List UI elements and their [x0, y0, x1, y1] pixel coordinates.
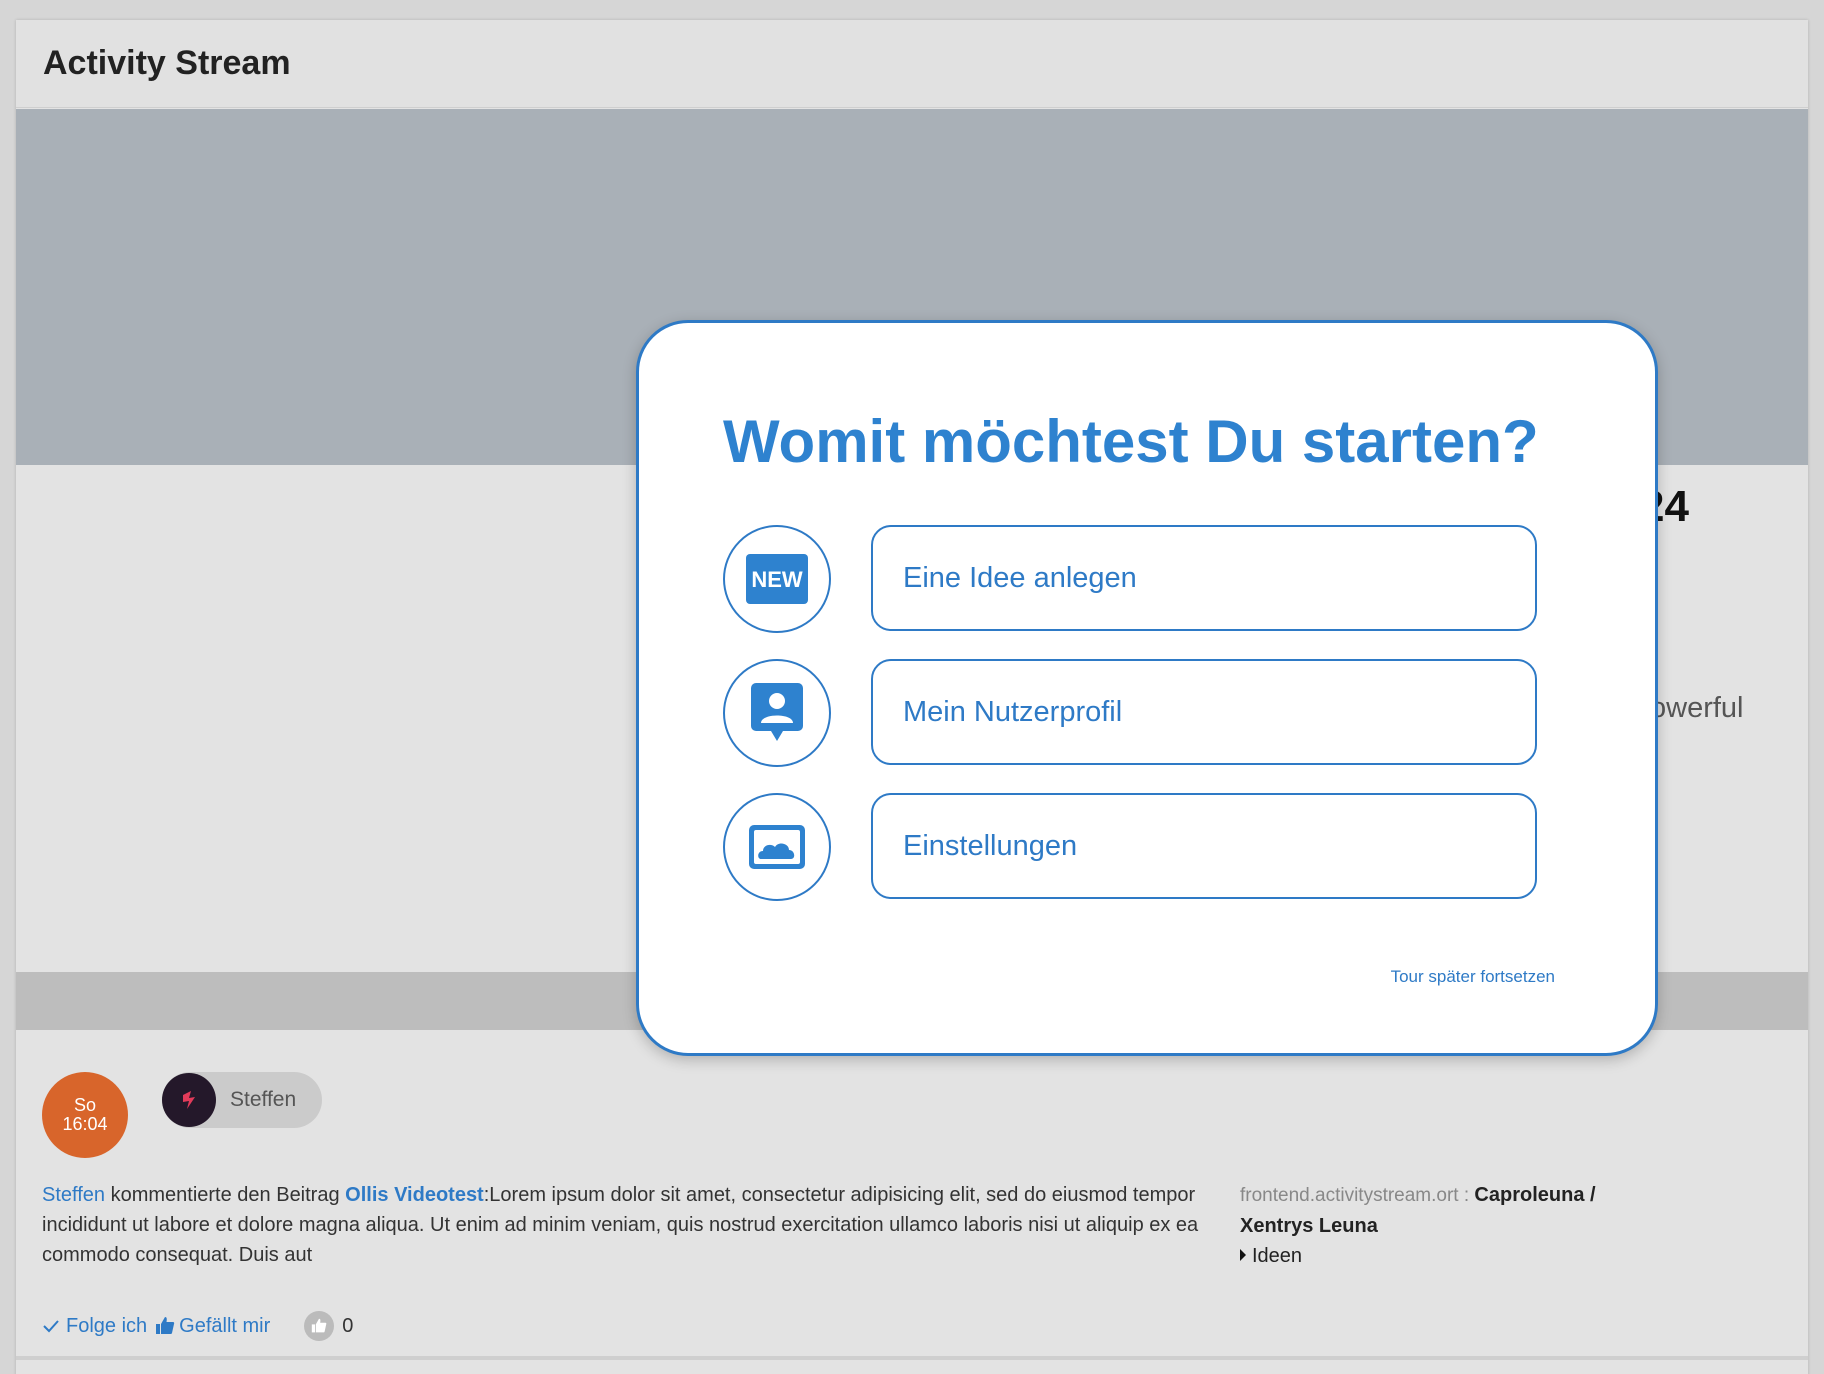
new-badge-icon[interactable]: NEW [723, 525, 831, 633]
tour-overlay: Womit möchtest Du starten? NEW Eine Idee… [0, 0, 1824, 1374]
user-profile-button[interactable]: Mein Nutzerprofil [871, 659, 1537, 765]
create-idea-button[interactable]: Eine Idee anlegen [871, 525, 1537, 631]
tour-modal: Womit möchtest Du starten? NEW Eine Idee… [636, 320, 1658, 1056]
modal-title: Womit möchtest Du starten? [723, 408, 1539, 475]
user-profile-icon[interactable] [723, 659, 831, 767]
settings-button[interactable]: Einstellungen [871, 793, 1537, 899]
new-badge-text: NEW [751, 567, 803, 592]
tour-later-link[interactable]: Tour später fortsetzen [1391, 967, 1555, 987]
settings-screen-icon[interactable] [723, 793, 831, 901]
